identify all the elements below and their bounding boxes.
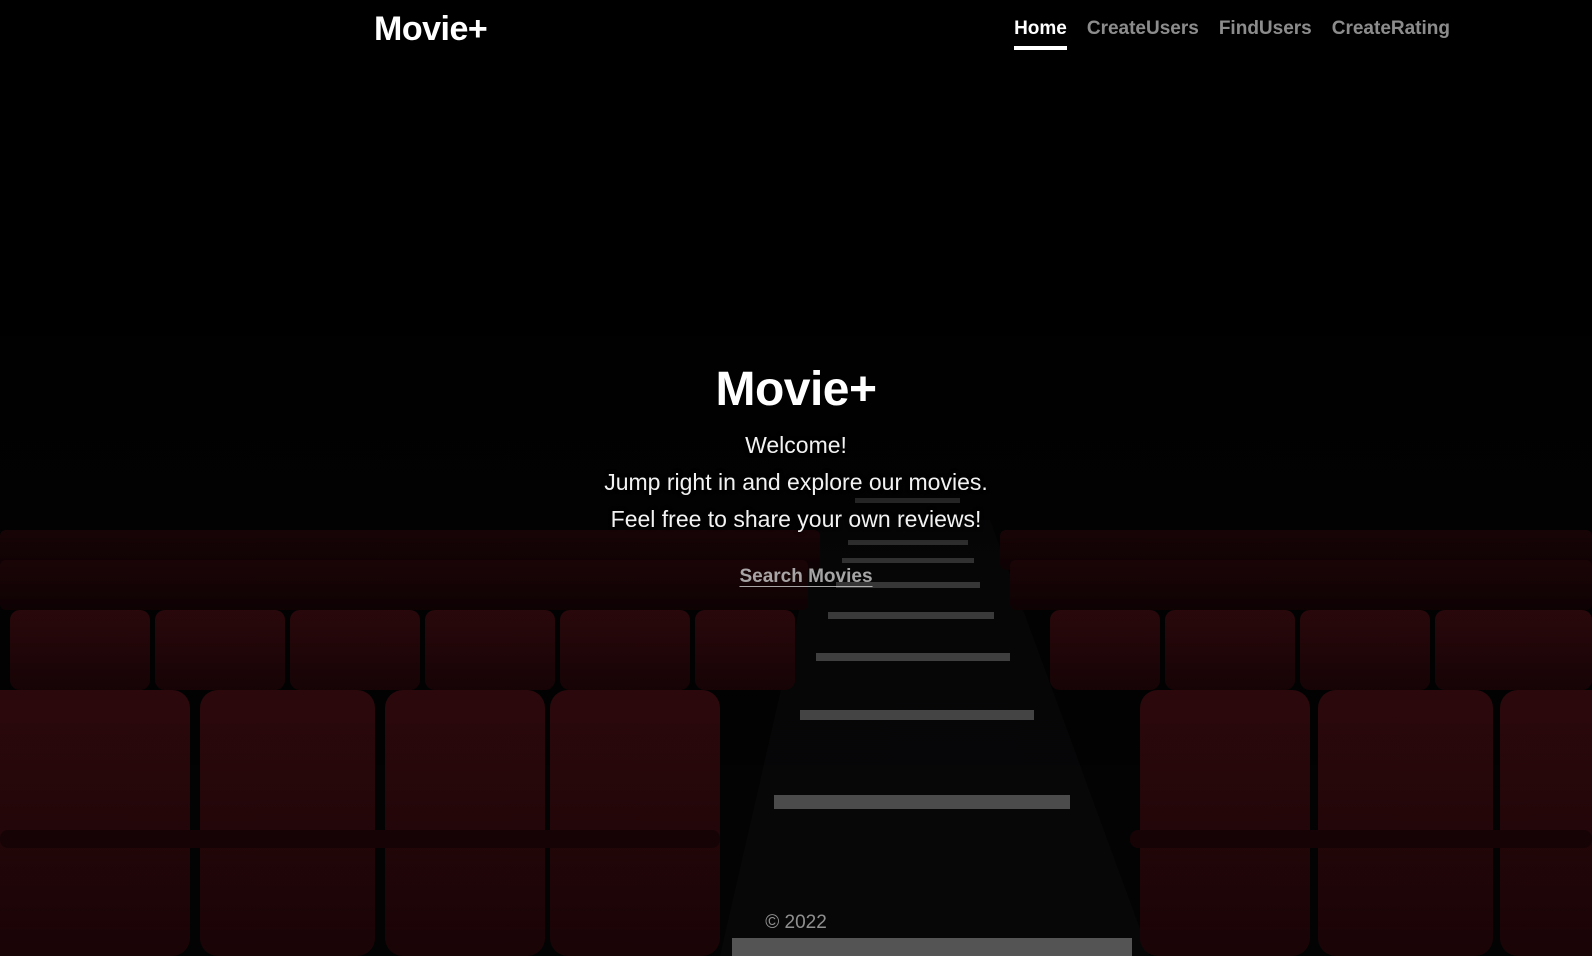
nav-link-create-rating[interactable]: CreateRating xyxy=(1332,18,1450,50)
top-navbar: Movie+ Home CreateUsers FindUsers Create… xyxy=(0,0,1592,70)
page: Movie+ Home CreateUsers FindUsers Create… xyxy=(0,0,1592,956)
hero-text: Welcome! Jump right in and explore our m… xyxy=(0,427,1592,538)
brand-logo-link[interactable]: Movie+ xyxy=(374,10,488,49)
nav-link-create-users[interactable]: CreateUsers xyxy=(1087,18,1199,50)
hero-line-welcome: Welcome! xyxy=(745,432,847,458)
main-nav: Home CreateUsers FindUsers CreateRating xyxy=(1014,18,1450,50)
search-movies-button[interactable]: Search Movies xyxy=(735,564,876,590)
nav-link-find-users[interactable]: FindUsers xyxy=(1219,18,1312,50)
hero-title: Movie+ xyxy=(715,363,877,416)
hero-line-reviews: Feel free to share your own reviews! xyxy=(610,506,982,532)
nav-link-home[interactable]: Home xyxy=(1014,18,1067,50)
hero-line-explore: Jump right in and explore our movies. xyxy=(604,469,988,495)
hero-section: Movie+ Welcome! Jump right in and explor… xyxy=(0,358,1592,590)
footer-copyright: © 2022 xyxy=(765,912,827,933)
